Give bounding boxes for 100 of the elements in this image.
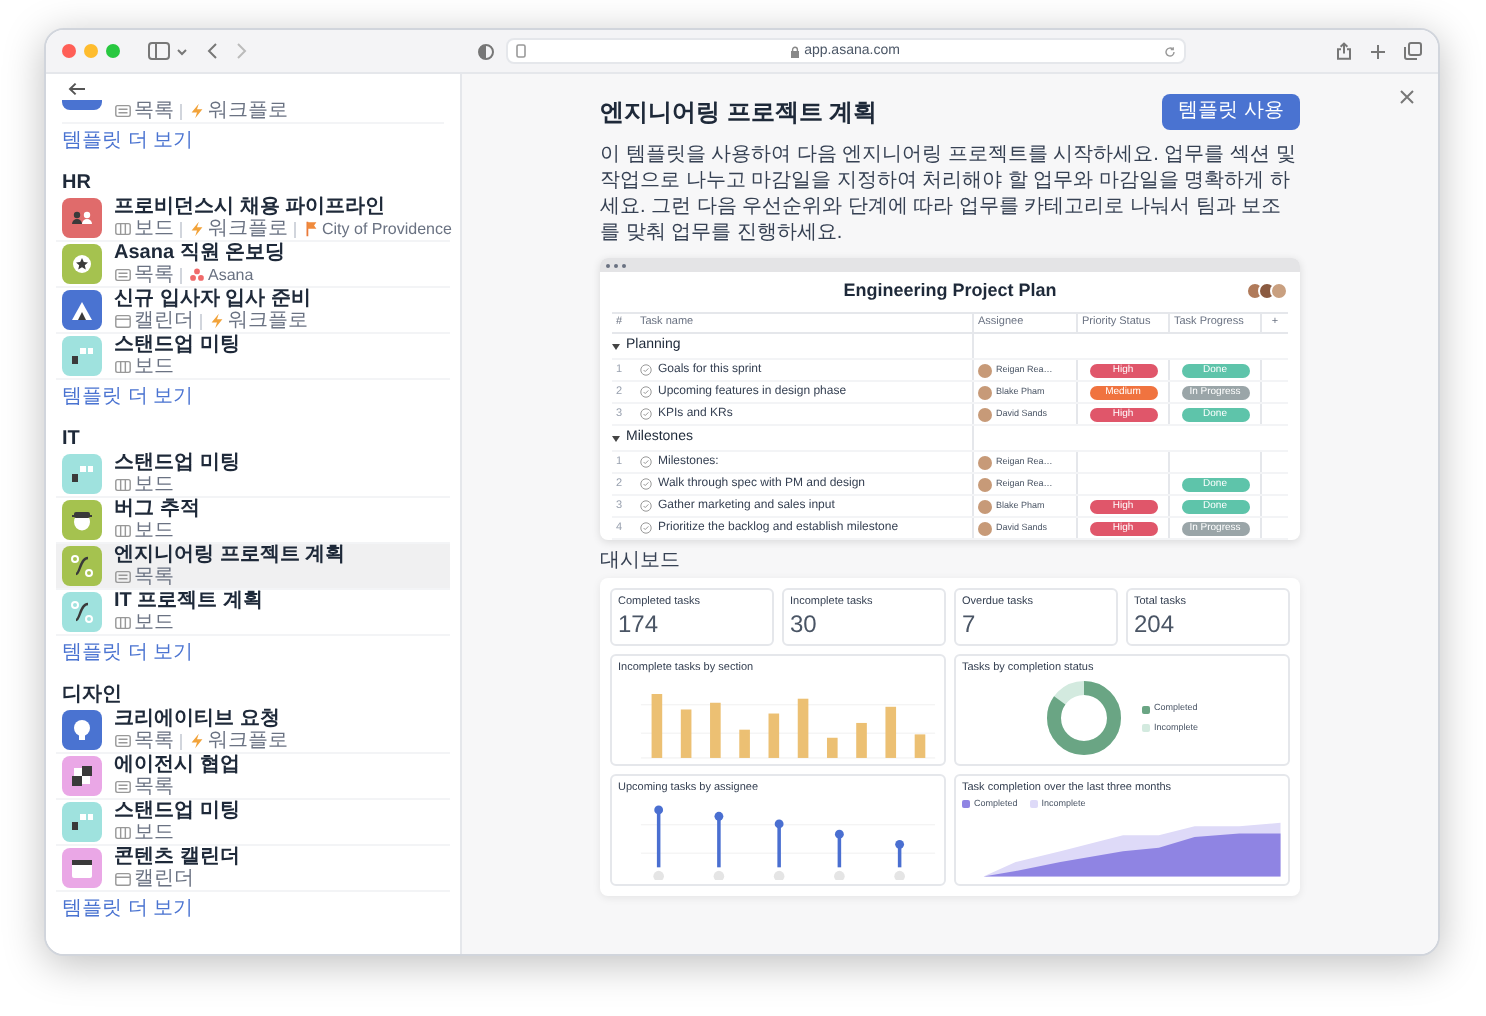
lightning-icon [188, 220, 206, 238]
stat-value: 204 [1134, 610, 1175, 641]
caret-down-icon[interactable] [612, 343, 620, 349]
template-item[interactable]: 에이전시 협업 목록 [56, 754, 450, 800]
template-item[interactable]: 신규 입사자 입사 준비 캘린더 워크플로 [56, 288, 450, 334]
three-dots-icon [188, 266, 206, 284]
meta-label: Asana [208, 264, 254, 286]
template-title: 에이전시 협업 [114, 754, 240, 776]
meta-label: 보드 [134, 612, 174, 634]
meta-label: 워크플로 [208, 730, 288, 752]
meta-label: 보드 [134, 822, 174, 844]
meta-label: 캘린더 [134, 868, 194, 890]
board-icon [114, 522, 132, 540]
use-template-button[interactable]: 템플릿 사용 [1162, 94, 1300, 130]
meta-label: 보드 [134, 356, 174, 378]
board-icon [114, 220, 132, 238]
template-title: 크리에이티브 요청 [114, 708, 282, 730]
template-title: 콘텐츠 캘린더 [114, 846, 240, 868]
tabs-icon[interactable] [1404, 42, 1422, 60]
caret-down-icon[interactable] [612, 435, 620, 441]
back-icon[interactable] [206, 42, 218, 60]
template-item[interactable]: Asana 직원 온보딩 목록 Asana [56, 242, 450, 288]
check-circle-icon [640, 456, 652, 468]
stat-value: 7 [962, 610, 976, 641]
check-circle-icon [640, 386, 652, 398]
check-circle-icon [640, 364, 652, 376]
board-icon [114, 476, 132, 494]
lightning-icon [188, 732, 206, 750]
sidebar-toggle-icon[interactable] [148, 42, 170, 60]
template-item[interactable]: 엔지니어링 프로젝트 계획 목록 [56, 544, 450, 590]
more-templates-link[interactable]: 템플릿 더 보기 [62, 384, 194, 410]
board-icon [114, 614, 132, 632]
list-icon [114, 778, 132, 796]
meta-label: 목록 [134, 776, 174, 798]
close-window-button[interactable] [62, 44, 76, 58]
chevron-down-icon[interactable] [176, 47, 188, 55]
lightning-icon [208, 312, 226, 330]
meta-label: 워크플로 [208, 218, 288, 240]
check-circle-icon [640, 478, 652, 490]
template-item[interactable]: IT 프로젝트 계획 보드 [56, 590, 450, 636]
back-arrow-icon[interactable] [68, 82, 86, 96]
section-heading: HR [62, 170, 91, 196]
more-templates-link[interactable]: 템플릿 더 보기 [62, 640, 194, 666]
section-heading: IT [62, 426, 80, 452]
check-circle-icon [640, 408, 652, 420]
meta-label: 워크플로 [208, 100, 288, 122]
meta-label: 보드 [134, 520, 174, 542]
close-icon[interactable] [1400, 90, 1414, 104]
template-title: 엔지니어링 프로젝트 계획 [600, 96, 878, 130]
check-circle-icon [640, 500, 652, 512]
board-icon [114, 358, 132, 376]
template-description: 이 템플릿을 사용하여 다음 엔지니어링 프로젝트를 시작하세요. 업무를 섹션 및 작업으로 나누고 마감일을 지정하여 처리해야 할 업무와 마감일을 명확하게 하세요. 그런 다음 우선순위와 단계에 따라 업무를 카테고리로 나눠서 팀과 보조를 맞춰 업무를 진행하세요. [600, 142, 1298, 246]
list-icon [114, 568, 132, 586]
template-title: 프로비던스시 채용 파이프라인 [114, 196, 388, 218]
template-item[interactable]: 스탠드업 미팅 보드 [56, 334, 450, 380]
more-templates-link[interactable]: 템플릿 더 보기 [62, 896, 194, 922]
reload-icon [1164, 45, 1176, 57]
template-title: 스탠드업 미팅 [114, 452, 240, 474]
meta-label: 보드 [134, 218, 174, 240]
more-templates-link[interactable]: 템플릿 더 보기 [62, 128, 194, 154]
plus-icon[interactable] [1370, 43, 1386, 59]
share-icon[interactable] [1336, 42, 1352, 60]
template-title: 스탠드업 미팅 [114, 800, 240, 822]
meta-label: 목록 [134, 566, 174, 588]
shield-icon[interactable] [478, 43, 494, 59]
template-title: 스탠드업 미팅 [114, 334, 240, 356]
template-item[interactable]: 콘텐츠 캘린더 캘린더 [56, 846, 450, 892]
meta-label: City of Providence [322, 218, 452, 240]
stat-value: 30 [790, 610, 817, 641]
board-icon [114, 824, 132, 842]
flag-icon [302, 220, 320, 238]
calendar-icon [114, 870, 132, 888]
list-icon [114, 266, 132, 284]
page-icon [516, 44, 526, 58]
meta-label: 보드 [134, 474, 174, 496]
calendar-icon [114, 312, 132, 330]
meta-label: 워크플로 [228, 310, 308, 332]
list-icon [114, 732, 132, 750]
stat-value: 174 [618, 610, 659, 641]
template-item[interactable]: 프로비던스시 채용 파이프라인 보드 워크플로 City of Providence [56, 196, 450, 242]
template-title: 버그 추적 [114, 498, 200, 520]
lightning-icon [188, 102, 206, 120]
meta-label: 캘린더 [134, 310, 194, 332]
meta-label: 목록 [134, 730, 174, 752]
template-title: 신규 입사자 입사 준비 [114, 288, 311, 310]
template-item[interactable]: 버그 추적 보드 [56, 498, 450, 544]
template-title: 엔지니어링 프로젝트 계획 [114, 544, 346, 566]
template-title: Asana 직원 온보딩 [114, 242, 286, 264]
check-circle-icon [640, 522, 652, 534]
meta-label: 목록 [134, 264, 174, 286]
section-heading: 디자인 [62, 682, 122, 708]
lock-icon [790, 45, 801, 57]
preview-title: Engineering Project Plan [843, 278, 1057, 305]
donut-chart-drawing [1045, 680, 1122, 757]
list-icon [114, 102, 132, 120]
dashboard-label: 대시보드 [600, 548, 680, 574]
template-item[interactable]: 스탠드업 미팅 보드 [56, 452, 450, 498]
meta-label: 목록 [134, 100, 174, 122]
template-item[interactable]: 스탠드업 미팅 보드 [56, 800, 450, 846]
template-item[interactable]: 크리에이티브 요청 목록 워크플로 [56, 708, 450, 754]
